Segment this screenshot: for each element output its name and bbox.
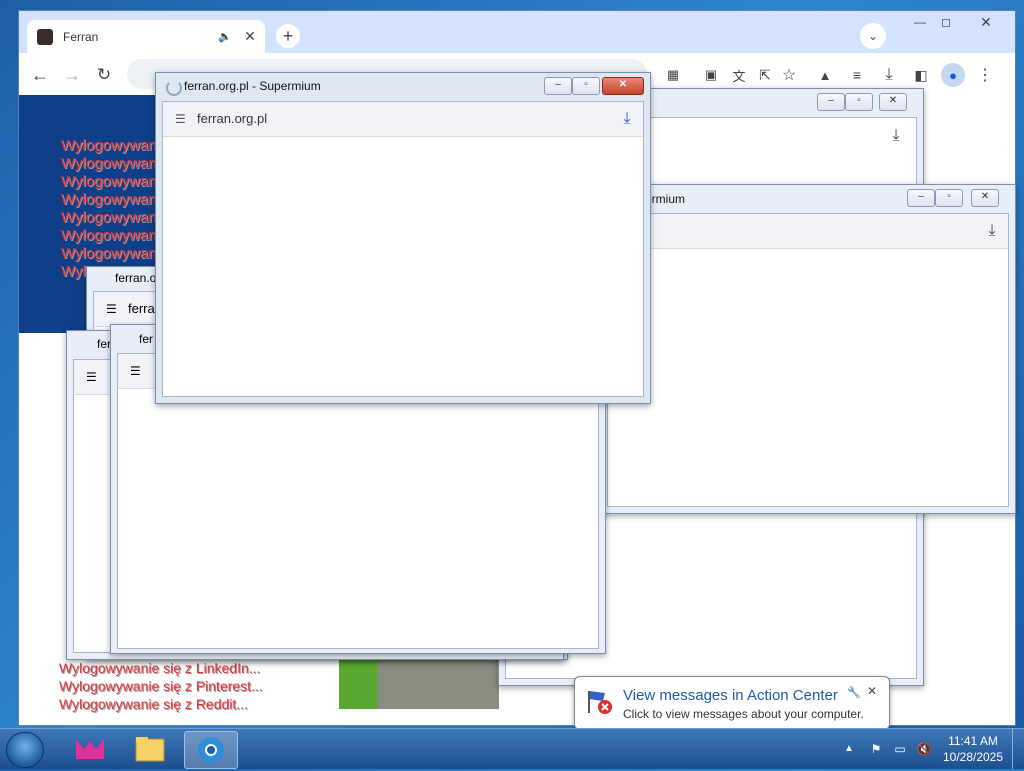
labs-icon[interactable]: ▲ <box>815 65 835 85</box>
action-center-balloon[interactable]: View messages in Action Center Click to … <box>574 676 890 730</box>
minimize-button[interactable]: – <box>907 189 935 207</box>
address-text: ferra <box>128 301 155 316</box>
tab-search-icon[interactable]: ⌄ <box>860 23 886 49</box>
logout-line: Wylogowywanie <box>61 227 169 244</box>
balloon-subtitle: Click to view messages about your comput… <box>623 707 864 721</box>
clock-date[interactable]: 10/28/2025 <box>940 750 1006 764</box>
logout-line: Wylogowywanie <box>61 137 169 154</box>
balloon-title: View messages in Action Center <box>623 687 838 704</box>
tune-icon[interactable]: ☰ <box>86 370 97 384</box>
download-icon[interactable]: ⤓ <box>982 221 1002 241</box>
tune-icon[interactable]: ☰ <box>106 302 117 316</box>
address-text[interactable]: ferran.org.pl <box>197 111 267 126</box>
popup-window-front: ferran.org.pl - Supermium – ▫ ✕ ☰ ferran… <box>155 72 651 404</box>
minimize-button[interactable]: – <box>544 77 572 95</box>
action-center-tray-icon[interactable]: ⚑ <box>866 739 886 759</box>
maximize-button[interactable]: ▫ <box>845 93 873 111</box>
minimize-icon[interactable]: — <box>909 13 931 31</box>
close-window-icon[interactable]: ✕ <box>973 13 999 31</box>
volume-muted-icon[interactable]: 🔇 <box>914 739 934 759</box>
supermium-browser-icon[interactable] <box>184 731 238 769</box>
photo <box>339 655 499 709</box>
logout-line: Wylogowywanie <box>61 173 169 190</box>
show-hidden-icons[interactable]: ▲ <box>842 741 856 755</box>
favicon-icon <box>37 29 53 45</box>
window-title: fer <box>97 337 112 351</box>
window-title: fer <box>139 332 154 346</box>
download-icon[interactable]: ⤓ <box>886 126 906 146</box>
clock-time[interactable]: 11:41 AM <box>948 734 998 748</box>
popup-window-right: ermium – ▫ ✕ ⤓ <box>600 184 1016 514</box>
clipboard-icon[interactable]: ▣ <box>701 65 721 85</box>
logout-line: Wylogowywanie się z Reddit... <box>59 696 248 712</box>
address-bar: ☰ ferran.org.pl ⤓ <box>163 102 643 137</box>
tune-icon[interactable]: ☰ <box>130 364 141 378</box>
new-tab-icon[interactable]: + <box>276 24 300 48</box>
start-button[interactable] <box>6 732 44 768</box>
show-desktop-button[interactable] <box>1012 729 1024 769</box>
bookmark-star-icon[interactable]: ☆ <box>779 65 799 85</box>
download-icon[interactable]: ⤓ <box>617 109 637 129</box>
logout-list-bottom: Wylogowywanie się z LinkedIn... Wylogowy… <box>59 659 263 713</box>
close-button[interactable]: ✕ <box>602 77 644 95</box>
maximize-button[interactable]: ▫ <box>572 77 600 95</box>
window-title: ferran.o <box>115 271 157 285</box>
close-tab-icon[interactable]: ✕ <box>241 27 259 45</box>
logout-line: Wylogowywanie <box>61 245 169 262</box>
tab-strip: Ferran 🔈 ✕ + ⌄ — ◻ ✕ <box>19 11 1015 53</box>
network-icon[interactable]: ▭ <box>890 739 910 759</box>
close-balloon-icon[interactable]: ✕ <box>865 684 879 698</box>
maximize-icon[interactable]: ◻ <box>935 13 957 31</box>
maximize-button[interactable]: ▫ <box>935 189 963 207</box>
back-icon[interactable]: ← <box>29 64 51 86</box>
tab-title: Ferran <box>63 30 99 44</box>
forward-icon[interactable]: → <box>61 64 83 86</box>
logout-line: Wylogowywanie się z Pinterest... <box>59 678 263 694</box>
file-explorer-icon[interactable] <box>124 731 176 767</box>
profile-icon[interactable]: ● <box>941 63 965 87</box>
logout-list-top: Wylogowywanie Wylogowywanie Wylogowywani… <box>61 137 168 281</box>
logout-line: Wylogowywanie się z LinkedIn... <box>59 660 261 676</box>
window-title: ermium <box>645 192 686 206</box>
close-button[interactable]: ✕ <box>971 189 999 207</box>
settings-wrench-icon[interactable]: 🔧 <box>847 685 861 699</box>
speaker-icon[interactable]: 🔈 <box>217 28 233 44</box>
share-icon[interactable]: ⇱ <box>755 65 775 85</box>
window-title: ferran.org.pl - Supermium <box>184 79 321 93</box>
translate-icon[interactable]: 文 <box>729 65 749 85</box>
minimize-button[interactable]: – <box>817 93 845 111</box>
close-button[interactable]: ✕ <box>879 93 907 111</box>
action-center-flag-icon <box>585 687 613 715</box>
taskbar-app-icon[interactable] <box>64 731 116 767</box>
side-panel-icon[interactable]: ◧ <box>911 65 931 85</box>
taskbar: ▲ ⚑ ▭ 🔇 11:41 AM 10/28/2025 <box>0 728 1024 769</box>
tab-ferran[interactable]: Ferran 🔈 ✕ <box>27 20 265 53</box>
download-icon[interactable]: ⤓ <box>879 65 899 85</box>
logout-line: Wylogowywanie <box>61 155 169 172</box>
media-icon[interactable]: ≡ <box>847 65 867 85</box>
tune-icon[interactable]: ☰ <box>175 112 186 126</box>
logout-line: Wylogowywanie <box>61 209 169 226</box>
reload-icon[interactable]: ↻ <box>93 64 115 86</box>
logout-line: Wylogowywanie <box>61 191 169 208</box>
loading-icon <box>166 80 182 96</box>
extensions-icon[interactable]: ▦ <box>663 65 683 85</box>
menu-icon[interactable]: ⋮ <box>975 65 995 85</box>
